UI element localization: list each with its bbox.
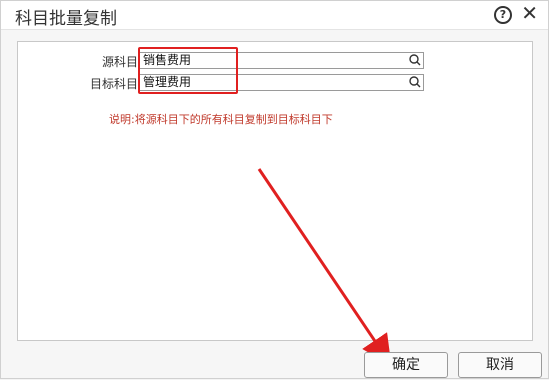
cancel-button[interactable]: 取消 (458, 352, 542, 378)
batch-copy-dialog: 科目批量复制 ? ✕ 源科目 销售费用 目标科目 管理费用 说明:将源科目下的所… (0, 0, 549, 379)
annotation-arrow (257, 168, 392, 366)
ok-button[interactable]: 确定 (364, 352, 448, 378)
